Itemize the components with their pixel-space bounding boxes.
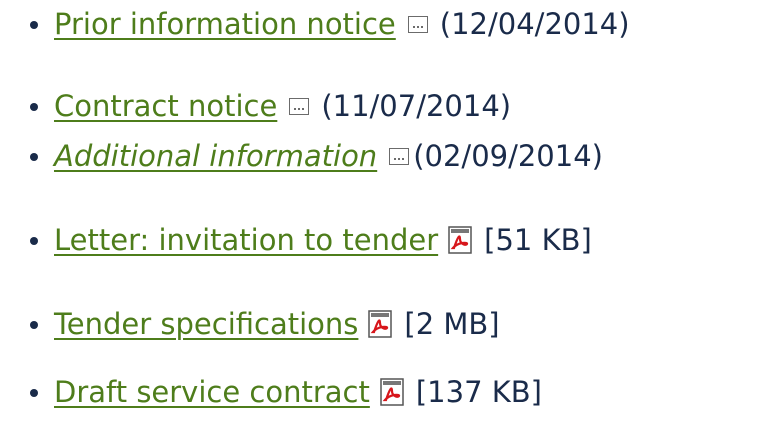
file-size-label: [51 KB] (484, 223, 592, 257)
bullet (30, 103, 38, 111)
date-label: (11/07/2014) (321, 89, 512, 123)
bullet (30, 389, 38, 397)
bullet (30, 21, 38, 29)
pdf-icon[interactable] (368, 310, 393, 338)
tender-specifications-link[interactable]: Tender specifications (54, 307, 358, 341)
additional-information-link[interactable]: Additional information (54, 139, 377, 173)
date-label: (12/04/2014) (439, 7, 630, 41)
bullet (30, 237, 38, 245)
bullet (30, 153, 38, 161)
pdf-icon[interactable] (380, 378, 404, 406)
external-window-icon[interactable] (389, 147, 410, 165)
prior-information-notice-link[interactable]: Prior information notice (54, 7, 396, 41)
invitation-to-tender-link[interactable]: Letter: invitation to tender (54, 223, 438, 257)
draft-service-contract-link[interactable]: Draft service contract (54, 375, 370, 409)
file-size-label: [2 MB] (404, 307, 500, 341)
contract-notice-link[interactable]: Contract notice (54, 89, 277, 123)
external-window-icon[interactable] (289, 97, 310, 115)
file-size-label: [137 KB] (415, 375, 542, 409)
external-window-icon[interactable] (407, 15, 428, 33)
date-label: (02/09/2014) (413, 139, 603, 173)
pdf-icon[interactable] (448, 226, 472, 254)
bullet (30, 321, 38, 329)
